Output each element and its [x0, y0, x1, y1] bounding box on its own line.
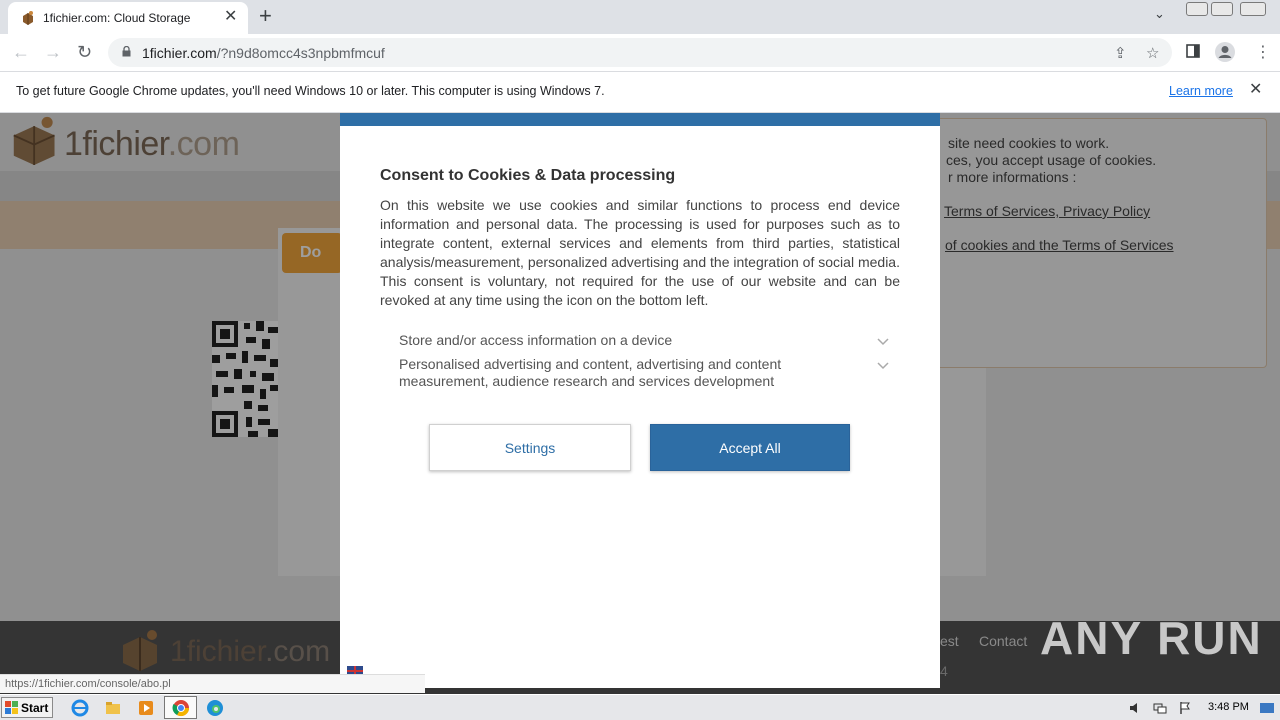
tab-close-icon[interactable]: ✕	[224, 9, 237, 25]
browser-tab[interactable]: 1fichier.com: Cloud Storage ✕	[8, 2, 248, 34]
chevron-down-icon[interactable]	[877, 362, 889, 370]
settings-button[interactable]: Settings	[429, 424, 631, 471]
update-infobar: To get future Google Chrome updates, you…	[0, 72, 1280, 113]
screen: 1fichier.com: Cloud Storage ✕ + ⌄ ← → ↻ …	[0, 0, 1280, 720]
chrome-menu-icon[interactable]: ⋮	[1255, 42, 1271, 62]
forward-arrow-icon[interactable]: →	[44, 42, 62, 62]
side-panel-icon[interactable]	[1186, 44, 1200, 58]
tab-search-chevron-icon[interactable]: ⌄	[1154, 6, 1165, 22]
taskbar-clock: 3:48 PM	[1208, 701, 1249, 713]
windows-logo-icon	[5, 701, 18, 714]
tab-title: 1fichier.com: Cloud Storage	[43, 11, 191, 25]
accept-all-button[interactable]: Accept All	[650, 424, 850, 471]
url-path: /?n9d8omcc4s3npbmfmcuf	[216, 45, 385, 61]
consent-modal: Consent to Cookies & Data processing On …	[340, 113, 940, 688]
start-label: Start	[21, 701, 49, 715]
new-tab-button[interactable]: +	[259, 4, 272, 28]
share-icon[interactable]: ⇪	[1114, 44, 1127, 62]
anyrun-watermark: ANY RUN	[1040, 612, 1263, 664]
bookmark-star-icon[interactable]: ☆	[1146, 44, 1159, 62]
chevron-down-icon[interactable]	[877, 338, 889, 346]
show-desktop-icon[interactable]	[1259, 701, 1275, 715]
chrome-icon[interactable]	[172, 699, 190, 717]
reload-icon[interactable]: ↻	[77, 42, 92, 62]
windows-taskbar: Start 3:48 PM	[0, 694, 1280, 720]
restore-button[interactable]	[1211, 2, 1233, 16]
consent-body: On this website we use cookies and simil…	[380, 197, 900, 308]
back-arrow-icon[interactable]: ←	[12, 42, 30, 62]
infobar-close-icon[interactable]: ✕	[1249, 82, 1262, 98]
learn-more-link[interactable]: Learn more	[1169, 84, 1233, 98]
minimize-button[interactable]	[1186, 2, 1208, 16]
modal-top-bar	[340, 113, 940, 126]
consent-title: Consent to Cookies & Data processing	[380, 167, 676, 184]
file-explorer-icon[interactable]	[104, 699, 122, 717]
edge-icon[interactable]	[206, 699, 224, 717]
url-text: 1fichier.com/?n9d8omcc4s3npbmfmcuf	[142, 45, 385, 61]
site-favicon-icon	[23, 11, 33, 25]
action-center-flag-icon[interactable]	[1178, 701, 1192, 715]
url-host: 1fichier.com	[142, 45, 217, 61]
internet-explorer-icon[interactable]	[71, 699, 89, 717]
lock-icon	[122, 46, 131, 57]
volume-icon[interactable]	[1128, 701, 1142, 715]
address-bar[interactable]: 1fichier.com/?n9d8omcc4s3npbmfmcuf ⇪ ☆	[108, 38, 1172, 67]
purpose-personalised-ads[interactable]: Personalised advertising and content, ad…	[399, 356, 819, 390]
purpose-store-access[interactable]: Store and/or access information on a dev…	[399, 332, 819, 349]
profile-avatar-icon[interactable]	[1214, 41, 1236, 63]
window-close-button[interactable]	[1240, 2, 1266, 16]
network-icon[interactable]	[1153, 701, 1167, 715]
browser-toolbar: ← → ↻ 1fichier.com/?n9d8omcc4s3npbmfmcuf…	[0, 34, 1280, 72]
media-player-icon[interactable]	[137, 699, 155, 717]
start-button[interactable]: Start	[1, 697, 53, 718]
tab-strip: 1fichier.com: Cloud Storage ✕ + ⌄	[0, 0, 1280, 34]
infobar-message: To get future Google Chrome updates, you…	[16, 84, 605, 98]
status-url-bubble: https://1fichier.com/console/abo.pl	[0, 674, 425, 693]
